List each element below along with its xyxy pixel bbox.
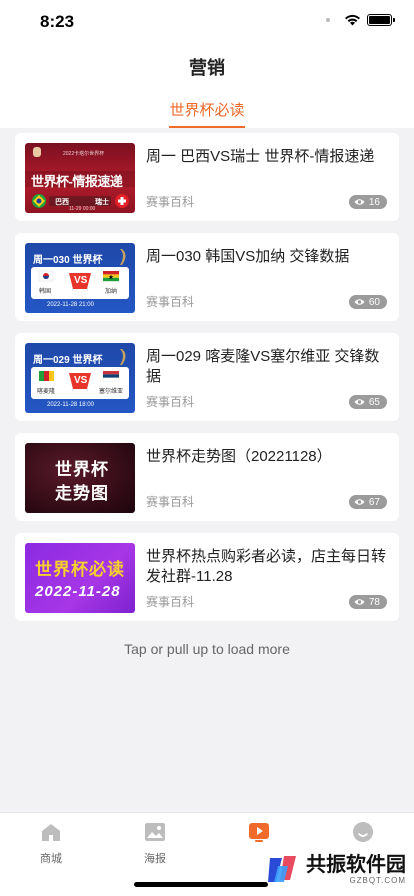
tab-world-cup-must-read[interactable]: 世界杯必读 bbox=[169, 90, 245, 128]
article-card[interactable]: 周一029 世界杯 VS 喀麦隆 塞尔维亚 2022-11-28 18:00 周… bbox=[15, 333, 399, 421]
thumbnail-team-left: 巴西 bbox=[55, 199, 69, 206]
status-time: 8:23 bbox=[40, 12, 75, 31]
article-thumbnail: 周一030 世界杯 VS 韩国 加纳 2022-11-28 21:00 bbox=[25, 243, 135, 313]
image-icon bbox=[145, 823, 165, 841]
eye-icon bbox=[354, 599, 365, 605]
tabbar-item-profile[interactable] bbox=[333, 821, 393, 850]
wifi-icon bbox=[345, 14, 360, 26]
home-indicator bbox=[134, 882, 268, 887]
article-title: 周一029 喀麦隆VS塞尔维亚 交锋数据 bbox=[146, 348, 380, 385]
battery-icon bbox=[367, 14, 395, 26]
watermark-logo-icon bbox=[268, 856, 296, 882]
vs-label: VS bbox=[74, 375, 88, 386]
tabbar-item-video[interactable] bbox=[229, 821, 289, 850]
thumbnail-date: 11-29 00:00 bbox=[69, 206, 96, 212]
article-list: 2022卡塔尔世界杯 世界杯-情报速递 巴西 瑞士 11-29 00:00 周一… bbox=[15, 133, 399, 633]
thumbnail-team-right: 加纳 bbox=[105, 289, 118, 295]
view-count: 78 bbox=[368, 596, 380, 608]
thumbnail-caption: 世界杯 bbox=[55, 460, 109, 479]
article-source: 赛事百科 bbox=[146, 595, 195, 609]
view-count-badge: 67 bbox=[348, 495, 387, 509]
thumbnail-date: 2022-11-28 18:00 bbox=[47, 402, 94, 408]
load-more-button[interactable]: Tap or pull up to load more bbox=[0, 641, 414, 657]
tabbar-item-poster[interactable]: 海报 bbox=[125, 821, 185, 866]
bottom-tab-bar: 商城 海报 共振软件园 GZBQT.COM bbox=[0, 812, 414, 896]
article-title: 周一030 韩国VS加纳 交锋数据 bbox=[146, 248, 350, 265]
nav-bar: 营销 bbox=[0, 44, 414, 90]
article-source: 赛事百科 bbox=[146, 495, 195, 509]
article-thumbnail: 世界杯 走势图 bbox=[25, 443, 135, 513]
eye-icon bbox=[354, 399, 365, 405]
thumbnail-caption: 世界杯必读 bbox=[35, 560, 125, 579]
profile-icon bbox=[353, 822, 373, 842]
thumbnail-team-right: 塞尔维亚 bbox=[99, 389, 124, 395]
view-count-badge: 65 bbox=[348, 395, 387, 409]
home-icon bbox=[42, 824, 60, 841]
thumbnail-caption: 周一029 世界杯 bbox=[33, 355, 103, 366]
article-card[interactable]: 2022卡塔尔世界杯 世界杯-情报速递 巴西 瑞士 11-29 00:00 周一… bbox=[15, 133, 399, 221]
thumbnail-small-caption: 2022卡塔尔世界杯 bbox=[63, 151, 105, 157]
vs-label: VS bbox=[74, 275, 88, 286]
view-count: 67 bbox=[368, 496, 380, 508]
article-title: 世界杯走势图（20221128） bbox=[146, 448, 332, 465]
thumbnail-team-left: 韩国 bbox=[39, 289, 52, 295]
view-count-badge: 16 bbox=[348, 195, 387, 209]
article-thumbnail: 周一029 世界杯 VS 喀麦隆 塞尔维亚 2022-11-28 18:00 bbox=[25, 343, 135, 413]
view-count-badge: 78 bbox=[348, 595, 387, 609]
article-title: 周一 巴西VS瑞士 世界杯-情报速递 bbox=[146, 148, 375, 165]
thumbnail-date: 2022-11-28 21:00 bbox=[47, 302, 94, 308]
article-source: 赛事百科 bbox=[146, 295, 195, 309]
eye-icon bbox=[354, 299, 365, 305]
status-icons bbox=[326, 14, 395, 26]
article-thumbnail: 2022卡塔尔世界杯 世界杯-情报速递 巴西 瑞士 11-29 00:00 bbox=[25, 143, 135, 213]
view-count-badge: 60 bbox=[348, 295, 387, 309]
article-thumbnail: 世界杯必读 2022-11-28 bbox=[25, 543, 135, 613]
watermark: 共振软件园 GZBQT.COM bbox=[266, 852, 406, 886]
view-count: 60 bbox=[368, 296, 380, 308]
thumbnail-caption: 周一030 世界杯 bbox=[33, 255, 103, 266]
article-card[interactable]: 世界杯 走势图 世界杯走势图（20221128） 赛事百科 67 bbox=[15, 433, 399, 521]
article-source: 赛事百科 bbox=[146, 395, 195, 409]
page-title: 营销 bbox=[189, 58, 225, 78]
thumbnail-caption: 世界杯-情报速递 bbox=[31, 174, 123, 189]
watermark-text: 共振软件园 bbox=[306, 853, 406, 876]
watermark-subtext: GZBQT.COM bbox=[349, 875, 406, 885]
eye-icon bbox=[354, 199, 365, 205]
category-tabs: 世界杯必读 bbox=[0, 90, 414, 128]
article-title: 世界杯热点购彩者必读，店主每日转发社群-11.28 bbox=[146, 548, 387, 585]
thumbnail-team-right: 瑞士 bbox=[95, 199, 109, 206]
tabbar-item-shop[interactable]: 商城 bbox=[21, 821, 81, 866]
tabbar-label: 商城 bbox=[40, 853, 62, 865]
view-count: 65 bbox=[368, 396, 380, 408]
status-bar: 8:23 bbox=[0, 0, 414, 44]
thumbnail-caption-2: 走势图 bbox=[55, 484, 109, 503]
view-count: 16 bbox=[368, 196, 380, 208]
eye-icon bbox=[354, 499, 365, 505]
article-card[interactable]: 周一030 世界杯 VS 韩国 加纳 2022-11-28 21:00 周一03… bbox=[15, 233, 399, 321]
thumbnail-caption-2: 2022-11-28 bbox=[35, 583, 121, 600]
article-card[interactable]: 世界杯必读 2022-11-28 世界杯热点购彩者必读，店主每日转发社群-11.… bbox=[15, 533, 399, 621]
tabbar-label: 海报 bbox=[144, 853, 166, 865]
thumbnail-team-left: 喀麦隆 bbox=[37, 389, 56, 395]
article-source: 赛事百科 bbox=[146, 195, 195, 209]
play-icon bbox=[249, 823, 269, 842]
privacy-dot-icon bbox=[326, 18, 330, 22]
